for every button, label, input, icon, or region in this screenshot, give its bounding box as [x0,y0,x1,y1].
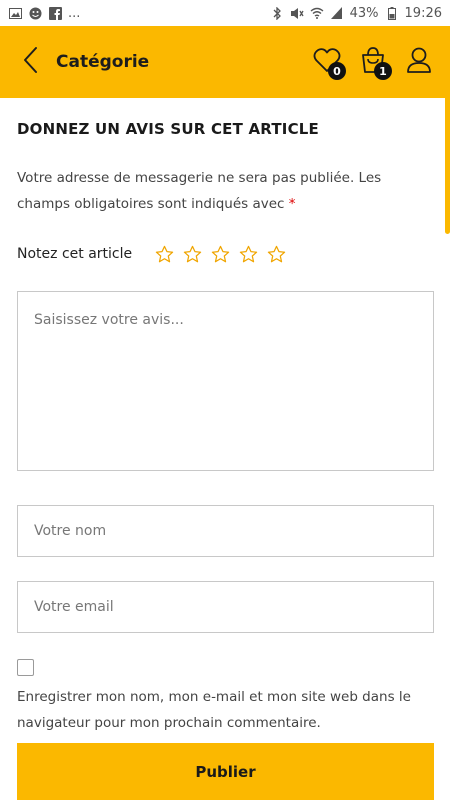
status-bar: ... 43% 19:26 [0,0,450,26]
wifi-icon [310,7,324,19]
page-title: Catégorie [56,52,150,72]
facebook-icon [48,6,62,20]
status-left: ... [8,6,80,21]
review-form: DONNEZ UN AVIS SUR CET ARTICLE Votre adr… [17,98,434,736]
name-field[interactable] [17,505,434,557]
publish-button[interactable]: Publier [17,743,434,800]
rating-label: Notez cet article [17,246,133,262]
bluetooth-icon [270,6,284,20]
wishlist-count-badge: 0 [328,62,346,80]
consent-label: Enregistrer mon nom, mon e-mail et mon s… [17,689,411,731]
consent-checkbox[interactable] [17,659,34,676]
account-button[interactable] [402,42,436,82]
review-textarea[interactable] [17,291,434,471]
image-icon [8,7,22,19]
scroll-indicator [445,84,450,234]
cart-button[interactable]: 1 [356,42,392,82]
header-actions: 0 1 [310,42,436,82]
rating-row: Notez cet article [17,242,434,266]
review-heading: DONNEZ UN AVIS SUR CET ARTICLE [17,120,319,138]
user-icon [406,46,432,78]
star-rating [155,245,286,264]
clock: 19:26 [404,5,442,21]
star-icon-5[interactable] [267,245,286,264]
status-right: 43% 19:26 [270,6,442,21]
star-icon-1[interactable] [155,245,174,264]
signal-icon [330,7,344,19]
privacy-notice-text: Votre adresse de messagerie ne sera pas … [17,170,382,212]
email-field[interactable] [17,581,434,633]
battery-level: 43% [349,5,379,21]
mute-icon [290,7,304,19]
required-asterisk: * [288,196,296,212]
cart-count-badge: 1 [374,62,392,80]
back-button[interactable] [10,26,50,98]
star-icon-4[interactable] [239,245,258,264]
app-bar: Catégorie 0 1 [0,26,450,98]
battery-icon [385,6,399,20]
privacy-notice: Votre adresse de messagerie ne sera pas … [17,165,434,217]
star-icon-3[interactable] [211,245,230,264]
chevron-left-icon [22,46,38,78]
wishlist-button[interactable]: 0 [310,42,346,82]
star-icon-2[interactable] [183,245,202,264]
emoji-icon [28,7,42,19]
more-notifications: ... [68,5,81,21]
